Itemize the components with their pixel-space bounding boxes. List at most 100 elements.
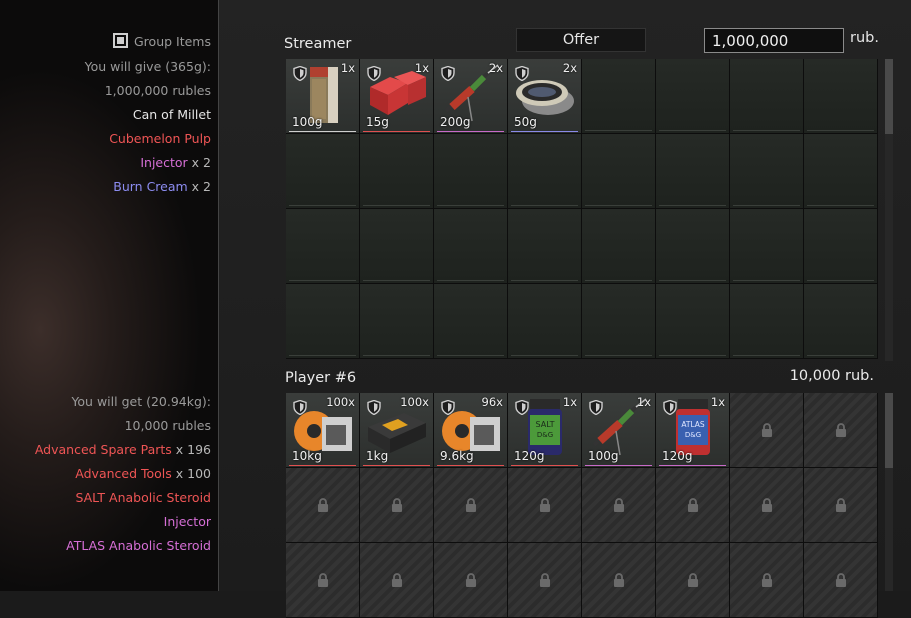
empty-slot[interactable] (360, 284, 434, 359)
empty-slot[interactable] (360, 209, 434, 284)
empty-slot[interactable] (508, 134, 582, 209)
empty-slot[interactable] (286, 284, 360, 359)
empty-slot[interactable] (804, 59, 878, 134)
svg-text:D&G: D&G (685, 431, 701, 439)
lock-icon (317, 497, 329, 512)
offer-button[interactable]: Offer (516, 28, 646, 52)
item-slot[interactable]: 2x 50g (508, 59, 582, 134)
get-item: SALT Anabolic Steroid (75, 490, 211, 505)
checkbox-icon[interactable] (113, 33, 128, 48)
empty-slot[interactable] (730, 59, 804, 134)
rarity-bar (437, 131, 504, 132)
item-weight: 15g (366, 115, 389, 129)
item-weight: 9.6kg (440, 449, 474, 463)
lock-icon (539, 497, 551, 512)
lock-icon (391, 572, 403, 587)
shield-icon (293, 399, 307, 416)
lock-icon (761, 572, 773, 587)
item-slot[interactable]: 2x 200g (434, 59, 508, 134)
empty-slot[interactable] (804, 284, 878, 359)
empty-slot[interactable] (656, 284, 730, 359)
empty-slot[interactable] (434, 209, 508, 284)
rarity-bar (659, 465, 726, 466)
svg-text:SALT: SALT (536, 420, 555, 429)
shield-icon (441, 65, 455, 82)
item-slot[interactable]: 1x 100g (582, 393, 656, 468)
item-weight: 100g (588, 449, 619, 463)
locked-slot (582, 468, 656, 543)
empty-slot[interactable] (582, 134, 656, 209)
offer-amount-input[interactable] (704, 28, 844, 53)
lock-icon (465, 572, 477, 587)
locked-slot (434, 543, 508, 618)
item-weight: 1kg (366, 449, 389, 463)
item-name: Cubemelon Pulp (109, 131, 211, 146)
item-weight: 120g (662, 449, 693, 463)
item-slot[interactable]: 1x 15g (360, 59, 434, 134)
empty-slot[interactable] (656, 134, 730, 209)
empty-slot[interactable] (730, 209, 804, 284)
player-title: Player #6 (285, 370, 357, 386)
shield-icon (367, 65, 381, 82)
item-name: Injector (163, 514, 211, 529)
shield-icon (663, 399, 677, 416)
empty-slot[interactable] (804, 209, 878, 284)
empty-slot[interactable] (286, 134, 360, 209)
empty-slot[interactable] (508, 209, 582, 284)
item-slot[interactable]: 100x 10kg (286, 393, 360, 468)
lock-icon (391, 497, 403, 512)
empty-slot[interactable] (656, 59, 730, 134)
scroll-thumb[interactable] (885, 59, 893, 134)
empty-slot[interactable] (730, 134, 804, 209)
player-scrollbar[interactable] (885, 393, 893, 591)
lock-icon (835, 572, 847, 587)
locked-slot (804, 393, 878, 468)
give-item: Can of Millet (133, 107, 211, 122)
trade-window: Streamer Offer rub. 1x 100g 1x 15g 2x 200g 2x 5… (219, 0, 911, 618)
item-slot[interactable]: SALT D&G 1x 120g (508, 393, 582, 468)
item-multiplier: x 2 (187, 155, 211, 170)
empty-slot[interactable] (582, 209, 656, 284)
locked-slot (730, 393, 804, 468)
empty-slot[interactable] (730, 284, 804, 359)
item-slot[interactable]: 100x 1kg (360, 393, 434, 468)
item-quantity: 1x (710, 395, 725, 409)
item-quantity: 100x (400, 395, 429, 409)
empty-slot[interactable] (804, 134, 878, 209)
empty-slot[interactable] (286, 209, 360, 284)
item-slot[interactable]: 1x 100g (286, 59, 360, 134)
give-item: Cubemelon Pulp (109, 131, 211, 146)
trade-summary-panel: Group Items You will give (365g): 1,000,… (0, 0, 219, 591)
streamer-scrollbar[interactable] (885, 59, 893, 361)
get-item: Advanced Tools x 100 (75, 466, 211, 481)
get-item: Advanced Spare Parts x 196 (35, 442, 211, 457)
locked-slot (360, 468, 434, 543)
get-rubles: 10,000 rubles (124, 418, 211, 433)
shield-icon (441, 399, 455, 416)
empty-slot[interactable] (360, 134, 434, 209)
empty-slot[interactable] (434, 284, 508, 359)
group-items-toggle[interactable]: Group Items (113, 33, 211, 49)
item-slot[interactable]: 96x 9.6kg (434, 393, 508, 468)
lock-icon (539, 572, 551, 587)
item-quantity: 1x (562, 395, 577, 409)
item-name: ATLAS Anabolic Steroid (66, 538, 211, 553)
empty-slot[interactable] (582, 59, 656, 134)
scroll-thumb[interactable] (885, 393, 893, 468)
rub-label: rub. (850, 30, 879, 46)
item-quantity: 1x (340, 61, 355, 75)
locked-slot (730, 543, 804, 618)
empty-slot[interactable] (656, 209, 730, 284)
item-name: Burn Cream (113, 179, 188, 194)
rarity-bar (585, 465, 652, 466)
item-multiplier: x 196 (171, 442, 211, 457)
streamer-offer-grid: 1x 100g 1x 15g 2x 200g 2x 50g (286, 59, 878, 359)
item-slot[interactable]: ATLAS D&G 1x 120g (656, 393, 730, 468)
shield-icon (293, 65, 307, 82)
item-quantity: 2x (562, 61, 577, 75)
item-quantity: 1x (414, 61, 429, 75)
empty-slot[interactable] (434, 134, 508, 209)
empty-slot[interactable] (582, 284, 656, 359)
empty-slot[interactable] (508, 284, 582, 359)
locked-slot (804, 543, 878, 618)
